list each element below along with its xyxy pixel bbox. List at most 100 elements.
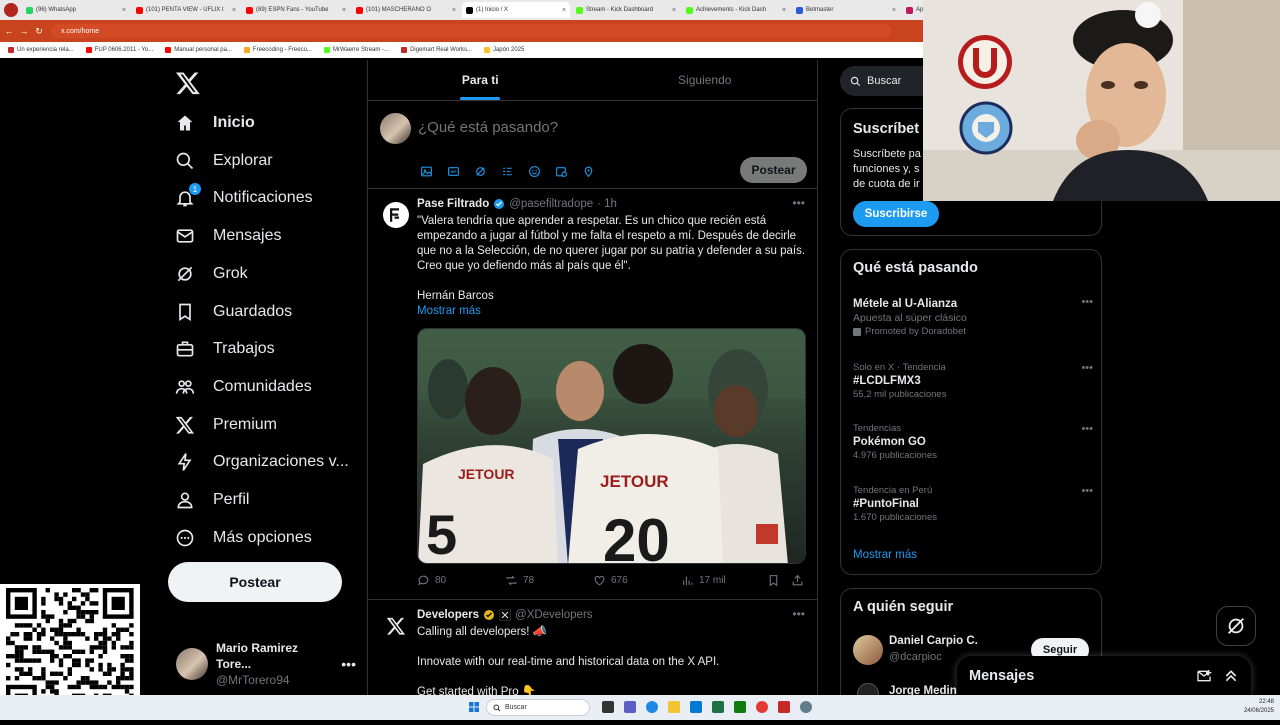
store-icon[interactable]: [690, 701, 702, 713]
bookmark-item[interactable]: Digemart Real Works...: [401, 47, 472, 53]
windows-start-icon[interactable]: [468, 701, 480, 713]
browser-tab[interactable]: (101) PENTA VIEW - UFLIX t ×: [132, 2, 240, 18]
repost-button[interactable]: 78: [505, 574, 593, 587]
messages-drawer[interactable]: Mensajes: [957, 656, 1251, 696]
sidebar-item-premium[interactable]: Premium: [173, 407, 277, 443]
composer-input[interactable]: [418, 119, 778, 136]
browser-tab[interactable]: (89) ESPN Fans - YouTube ×: [242, 2, 350, 18]
sidebar-item-mensajes[interactable]: Mensajes: [173, 218, 281, 254]
browser-tab[interactable]: (96) WhatsApp ×: [22, 2, 130, 18]
browser-menu-button[interactable]: [4, 3, 18, 17]
browser-tab[interactable]: Betmaster ×: [792, 2, 900, 18]
tweet-author-handle[interactable]: @pasefiltradope: [509, 198, 593, 210]
tweet-more-icon[interactable]: •••: [792, 196, 805, 210]
gif-icon[interactable]: GIF: [445, 163, 462, 180]
poll-icon[interactable]: [499, 163, 516, 180]
emoji-icon[interactable]: [526, 163, 543, 180]
close-tab-icon[interactable]: ×: [232, 7, 236, 14]
taskbar-clock[interactable]: 22:48 24/06/2025: [1244, 698, 1274, 716]
browser-tab[interactable]: Achievements - Kick Dash ×: [682, 2, 790, 18]
teams-icon[interactable]: [624, 701, 636, 713]
tweet[interactable]: Developers @XDevelopers ••• Calling all …: [368, 601, 817, 695]
show-more-link[interactable]: Mostrar más: [417, 304, 807, 319]
file-explorer-icon[interactable]: [668, 701, 680, 713]
browser-tab[interactable]: Apuestas Deportivas×: [902, 2, 923, 18]
more-icon[interactable]: •••: [341, 656, 356, 672]
search-input[interactable]: Buscar: [840, 66, 930, 96]
tab-para-ti[interactable]: Para ti: [368, 60, 593, 100]
subscribe-button[interactable]: Suscribirse: [853, 201, 939, 227]
share-button[interactable]: [791, 574, 807, 587]
views-button[interactable]: 17 mil: [681, 574, 767, 587]
sidebar-item-grok[interactable]: Grok: [173, 256, 248, 292]
bookmark-item[interactable]: FUP 0606.2011 - Yo...: [85, 47, 153, 53]
xbox-icon[interactable]: [734, 701, 746, 713]
tweet-image[interactable]: JETOUR 5 JETOUR 20: [417, 328, 806, 564]
grok-floating-button[interactable]: [1216, 606, 1256, 646]
trend-item[interactable]: Tendencia en Perú #PuntoFinal 1.670 publ…: [853, 485, 1093, 523]
trend-item[interactable]: Solo en X · Tendencia #LCDLFMX3 55,2 mil…: [853, 362, 1093, 400]
tweet-author-name[interactable]: Pase Filtrado: [417, 198, 489, 210]
location-icon[interactable]: [580, 163, 597, 180]
trend-more-icon[interactable]: •••: [1081, 485, 1093, 497]
bookmark-item[interactable]: Manual personal pa...: [165, 47, 232, 53]
bookmark-item[interactable]: Japón 2025: [483, 47, 524, 53]
close-tab-icon[interactable]: ×: [892, 7, 896, 14]
grok-icon[interactable]: [472, 163, 489, 180]
settings-icon[interactable]: [800, 701, 812, 713]
sidebar-item-explorar[interactable]: Explorar: [173, 143, 273, 179]
browser-tab[interactable]: (101) MASCHERANO O ×: [352, 2, 460, 18]
account-switcher[interactable]: Mario Ramirez Tore... @MrTorero94 •••: [176, 641, 356, 687]
trend-item[interactable]: Métele al U-Alianza Apuesta al súper clá…: [853, 296, 1093, 337]
browser-tab[interactable]: Stream - Kick Dashboard ×: [572, 2, 680, 18]
tweet-avatar[interactable]: [383, 613, 409, 639]
chrome-icon[interactable]: [756, 701, 768, 713]
new-message-icon[interactable]: [1196, 668, 1212, 684]
sidebar-item-perfil[interactable]: Perfil: [173, 482, 249, 518]
trends-show-more-link[interactable]: Mostrar más: [853, 549, 917, 561]
trend-item[interactable]: Tendencias Pokémon GO 4.976 publicacione…: [853, 423, 1093, 461]
trend-more-icon[interactable]: •••: [1081, 296, 1093, 308]
reply-button[interactable]: 80: [417, 574, 505, 587]
address-bar[interactable]: x.com/home: [51, 24, 891, 38]
bookmark-button[interactable]: [767, 574, 791, 587]
composer-post-button[interactable]: Postear: [740, 157, 807, 183]
close-tab-icon[interactable]: ×: [342, 7, 346, 14]
sidebar-item-organizaciones-v[interactable]: Organizaciones v...: [173, 444, 349, 480]
bookmark-item[interactable]: Freecoding - Freeco...: [243, 47, 312, 53]
close-tab-icon[interactable]: ×: [452, 7, 456, 14]
tweet-avatar[interactable]: [383, 202, 409, 228]
sidebar-item-comunidades[interactable]: Comunidades: [173, 369, 312, 405]
tweet-more-icon[interactable]: •••: [792, 607, 805, 621]
tweet[interactable]: Pase Filtrado @pasefiltradope · 1h ••• "…: [368, 190, 817, 600]
taskbar-search[interactable]: Buscar: [486, 699, 590, 716]
sidebar-item-trabajos[interactable]: Trabajos: [173, 331, 275, 367]
expand-up-icon[interactable]: [1223, 668, 1239, 684]
x-logo-icon[interactable]: [175, 70, 201, 96]
close-tab-icon[interactable]: ×: [562, 7, 566, 14]
tweet-author-name[interactable]: Developers: [417, 609, 479, 621]
close-tab-icon[interactable]: ×: [122, 7, 126, 14]
sidebar-item-más-opciones[interactable]: Más opciones: [173, 520, 312, 556]
tweet-author-handle[interactable]: @XDevelopers: [515, 609, 593, 621]
reload-icon[interactable]: ↻: [33, 26, 45, 37]
tweet-time[interactable]: · 1h: [597, 198, 617, 210]
back-icon[interactable]: ←: [3, 26, 15, 36]
close-tab-icon[interactable]: ×: [672, 7, 676, 14]
forward-icon[interactable]: →: [18, 26, 30, 36]
sidebar-item-inicio[interactable]: Inicio: [173, 105, 255, 141]
bookmark-item[interactable]: Un experiencia rela...: [8, 47, 74, 53]
sidebar-item-notificaciones[interactable]: 1 Notificaciones: [173, 180, 313, 216]
app-icon[interactable]: [778, 701, 790, 713]
image-icon[interactable]: [418, 163, 435, 180]
post-button[interactable]: Postear: [168, 562, 342, 602]
trend-more-icon[interactable]: •••: [1081, 423, 1093, 435]
close-tab-icon[interactable]: ×: [782, 7, 786, 14]
bookmark-item[interactable]: MrWaerre Stream -...: [323, 47, 389, 53]
tab-siguiendo[interactable]: Siguiendo: [593, 60, 818, 100]
edge-icon[interactable]: [646, 701, 658, 713]
task-view-icon[interactable]: [602, 701, 614, 713]
trend-more-icon[interactable]: •••: [1081, 362, 1093, 374]
like-button[interactable]: 676: [593, 574, 681, 587]
browser-tab[interactable]: (1) Inicio / X ×: [462, 2, 570, 18]
